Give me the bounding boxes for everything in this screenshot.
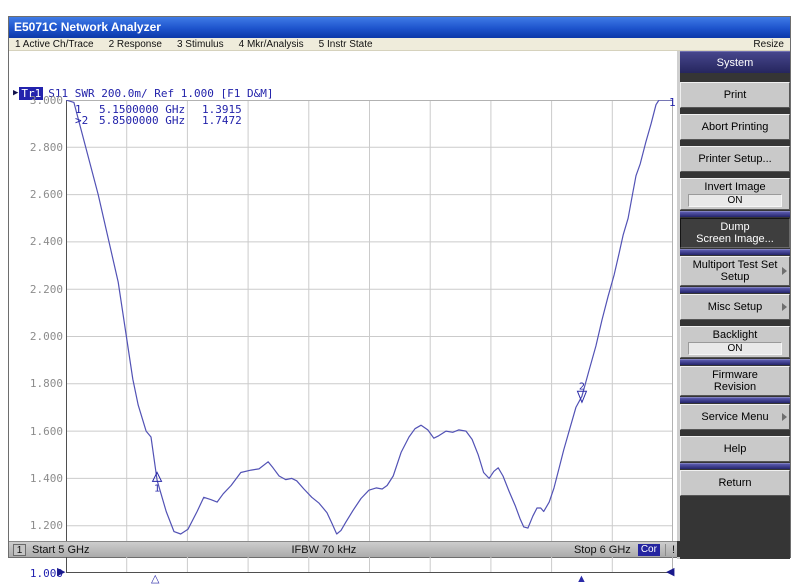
title-bar: E5071C Network Analyzer	[9, 17, 790, 38]
correction-status-badge: Cor	[638, 544, 660, 556]
softkey-label: Multiport Test Set	[693, 259, 778, 271]
softkey-group-separator	[680, 287, 790, 293]
softkey-invert-image[interactable]: Invert ImageON	[680, 178, 790, 210]
softkey-help[interactable]: Help	[680, 436, 790, 462]
window-title: E5071C Network Analyzer	[14, 20, 161, 34]
svg-text:2: 2	[579, 381, 585, 392]
channel-number-box: 1	[13, 544, 26, 556]
active-trace-cursor-icon: ▶	[13, 88, 18, 98]
menu-item-1-active-ch-trace[interactable]: 1 Active Ch/Trace	[15, 39, 94, 50]
analyzer-window: E5071C Network Analyzer 1 Active Ch/Trac…	[8, 16, 791, 558]
status-bar-right: Stop 6 GHz Cor !	[574, 544, 675, 556]
softkey-abort-printing[interactable]: Abort Printing	[680, 114, 790, 140]
menu-items: 1 Active Ch/Trace 2 Response 3 Stimulus 4 M…	[15, 39, 373, 50]
resize-button[interactable]: Resize	[753, 39, 784, 50]
softkey-return[interactable]: Return	[680, 470, 790, 496]
submenu-arrow-icon	[782, 303, 787, 311]
softkey-sidebar: System Print Abort Printing Printer Setup.…	[677, 51, 790, 559]
svg-text:1: 1	[154, 483, 160, 494]
marker-readout: 15.1500000 GHz1.3915>25.8500000 GHz1.747…	[75, 104, 242, 126]
sidebar-bottom-corner	[677, 541, 790, 557]
softkey-group-separator	[680, 397, 790, 403]
y-axis-label: 2.400	[19, 235, 63, 248]
active-marker-stimulus-icon: ▲	[576, 574, 587, 584]
ifbw-label: IFBW 70 kHz	[291, 544, 356, 556]
submenu-arrow-icon	[782, 267, 787, 275]
softkey-list: Print Abort Printing Printer Setup... Inver…	[680, 76, 790, 496]
softkey-dump-screen-image[interactable]: DumpScreen Image...	[680, 218, 790, 248]
marker-frequency: 5.8500000 GHz	[99, 115, 202, 126]
y-axis-label: 1.600	[19, 425, 63, 438]
softkey-service-menu[interactable]: Service Menu	[680, 404, 790, 430]
trace-number-label: 1	[669, 96, 676, 109]
softkey-menu-title: System	[680, 51, 790, 73]
softkey-firmware-revision[interactable]: FirmwareRevision	[680, 366, 790, 396]
softkey-label: Service Menu	[701, 411, 768, 423]
trace-format-text: S11 SWR 200.0m/ Ref 1.000 [F1 D&M]	[48, 87, 273, 100]
softkey-label: Firmware	[712, 369, 758, 381]
softkey-label: Help	[724, 443, 747, 455]
softkey-multiport-test-set-setup[interactable]: Multiport Test SetSetup	[680, 256, 790, 286]
y-axis-label: 2.600	[19, 188, 63, 201]
y-axis-label: 1.200	[19, 519, 63, 532]
softkey-misc-setup[interactable]: Misc Setup	[680, 294, 790, 320]
swr-trace-plot: 12	[66, 100, 673, 573]
reference-level-left-arrow-icon: ▶	[57, 567, 65, 578]
softkey-group-separator	[680, 359, 790, 365]
stop-frequency-label: Stop 6 GHz	[574, 544, 631, 556]
marker-stimulus-icon: △	[151, 574, 159, 584]
softkey-toggle-state: ON	[688, 194, 782, 207]
softkey-label: Abort Printing	[702, 121, 769, 133]
display-area: ▶ Tr1 S11 SWR 200.0m/ Ref 1.000 [F1 D&M]…	[9, 51, 679, 543]
menu-item-4-mkr-analysis[interactable]: 4 Mkr/Analysis	[239, 39, 304, 50]
y-axis-label: 2.800	[19, 141, 63, 154]
softkey-label: Backlight	[713, 329, 758, 341]
y-axis-label: 2.000	[19, 330, 63, 343]
softkey-group-separator	[680, 211, 790, 217]
softkey-label: Misc Setup	[708, 301, 762, 313]
y-axis-label: 2.200	[19, 283, 63, 296]
y-axis-label: 1.800	[19, 377, 63, 390]
menu-item-2-response[interactable]: 2 Response	[109, 39, 162, 50]
softkey-label: Print	[724, 89, 747, 101]
marker-readout-row: >25.8500000 GHz1.7472	[75, 115, 242, 126]
softkey-print[interactable]: Print	[680, 82, 790, 108]
softkey-label: Printer Setup...	[698, 153, 771, 165]
reference-level-right-arrow-icon: ◀	[666, 567, 674, 578]
softkey-label: Dump	[720, 221, 749, 233]
softkey-label: Return	[718, 477, 751, 489]
menu-bar: 1 Active Ch/Trace 2 Response 3 Stimulus 4 M…	[9, 38, 790, 51]
softkey-label: Invert Image	[704, 181, 765, 193]
softkey-group-separator	[680, 463, 790, 469]
marker-value: 1.7472	[202, 115, 242, 126]
softkey-label: Setup	[721, 271, 750, 283]
submenu-arrow-icon	[782, 413, 787, 421]
softkey-toggle-state: ON	[688, 342, 782, 355]
menu-item-5-instr-state[interactable]: 5 Instr State	[319, 39, 373, 50]
status-bar: 1 Start 5 GHz IFBW 70 kHz Stop 6 GHz Cor…	[9, 541, 679, 557]
y-axis-label: 3.000	[19, 94, 63, 107]
softkey-label: Screen Image...	[696, 233, 774, 245]
y-axis-label: 1.400	[19, 472, 63, 485]
alert-indicator: !	[665, 544, 675, 556]
softkey-label: Revision	[714, 381, 756, 393]
softkey-backlight[interactable]: BacklightON	[680, 326, 790, 358]
graticule-area: 12 15.1500000 GHz1.3915>25.8500000 GHz1.…	[66, 100, 673, 573]
softkey-printer-setup[interactable]: Printer Setup...	[680, 146, 790, 172]
marker-id: >2	[75, 115, 99, 126]
start-frequency-label: Start 5 GHz	[32, 544, 89, 556]
menu-item-3-stimulus[interactable]: 3 Stimulus	[177, 39, 224, 50]
softkey-group-separator	[680, 249, 790, 255]
